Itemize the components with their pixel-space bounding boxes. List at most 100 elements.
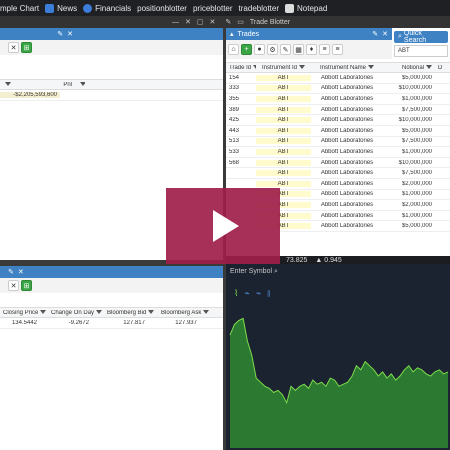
- panel-icon[interactable]: ▭: [237, 18, 244, 26]
- instrument-id-cell: ABT: [256, 159, 311, 166]
- notional-cell: $1,000,000: [401, 191, 432, 198]
- app-root: mple Chart News Financials positionblott…: [0, 0, 450, 450]
- toolbar-item-news[interactable]: News: [45, 3, 77, 13]
- quick-search-panel: ⌕ Quick Search ABT: [392, 28, 450, 60]
- instrument-id-cell: ABT: [256, 95, 311, 102]
- list-button[interactable]: ≡: [319, 44, 330, 55]
- table-row[interactable]: 533 ABT Abbott Laboratories $1,000,000: [226, 147, 450, 158]
- collapse-icon[interactable]: ▴: [230, 30, 234, 38]
- table-row[interactable]: ABT Abbott Laboratories $7,500,000: [226, 168, 450, 179]
- toolbar-label: Notepad: [297, 3, 328, 13]
- table-row[interactable]: 443 ABT Abbott Laboratories $5,000,000: [226, 126, 450, 137]
- position-pane-buttons: ✕ ⊞: [0, 40, 223, 55]
- toolbar-label: tradeblotter: [238, 3, 280, 13]
- header-bloomberg-ask: Bloomberg Ask: [158, 310, 214, 316]
- notional-cell: $10,000,000: [398, 117, 432, 124]
- excel-export-button[interactable]: ⊞: [21, 42, 32, 53]
- table-row[interactable]: 425 ABT Abbott Laboratories $10,000,000: [226, 115, 450, 126]
- table-row[interactable]: 568 ABT Abbott Laboratories $10,000,000: [226, 158, 450, 169]
- toolbar-item-tradeblotter[interactable]: tradeblotter: [239, 4, 279, 13]
- close-icon[interactable]: ✕: [210, 18, 216, 26]
- instrument-id-cell: ABT: [256, 180, 311, 187]
- instrument-name-cell: Abbott Laboratories: [320, 85, 374, 92]
- instrument-id-cell: ABT: [256, 85, 311, 92]
- instrument-id-cell: ABT: [256, 170, 311, 177]
- chart-pane: Enter Symbol ⌕ ⌇ ⌁ ⌁ ⫾: [226, 264, 450, 450]
- menu-button[interactable]: ≡: [332, 44, 343, 55]
- table-row[interactable]: 513 ABT Abbott Laboratories $7,500,000: [226, 137, 450, 148]
- toolbar-label: positionblotter: [137, 3, 187, 13]
- closing-price-cell: 134.5442: [11, 319, 37, 326]
- price-pane: ✎ ✕ ✕ ⊞ Closing Price Change On Day Bloo…: [0, 266, 223, 450]
- header-trade-id: Trade Id: [226, 65, 256, 71]
- header-closing-price: Closing Price: [0, 310, 48, 316]
- toolbar-item-financials[interactable]: Financials: [83, 3, 131, 13]
- collapse-icon[interactable]: ✕: [185, 18, 191, 26]
- toolbar-item-positionblotter[interactable]: positionblotter: [137, 4, 187, 13]
- quick-search-header: ⌕ Quick Search: [394, 30, 448, 44]
- toolbar-item-priceblotter[interactable]: priceblotter: [193, 4, 233, 13]
- play-icon: [213, 210, 239, 242]
- header-notional: Notional: [383, 65, 435, 71]
- settings-button[interactable]: ⚙: [267, 44, 278, 55]
- trades-header: ▴ Trades ✎ ✕: [226, 28, 392, 40]
- notional-cell: $2,000,000: [401, 180, 432, 187]
- close-icon[interactable]: ✕: [67, 30, 73, 38]
- settings-icon[interactable]: ✎: [57, 30, 63, 38]
- instrument-name-cell: Abbott Laboratories: [320, 159, 374, 166]
- restore-icon[interactable]: ▢: [197, 18, 204, 26]
- toolbar-label: mple Chart: [0, 3, 40, 13]
- trades-grid-header: Trade Id Instrument Id Instrument Name N…: [226, 62, 450, 73]
- drop-button[interactable]: ♦: [306, 44, 317, 55]
- instrument-name-cell: Abbott Laboratories: [320, 127, 374, 134]
- trade-id-cell: 533: [229, 148, 240, 155]
- settings-icon[interactable]: ✎: [8, 268, 14, 276]
- add-button[interactable]: +: [241, 44, 252, 55]
- instrument-name-cell: Abbott Laboratories: [320, 170, 374, 177]
- settings-icon[interactable]: ✎: [372, 30, 378, 38]
- header-change-on-day: Change On Day: [48, 310, 104, 316]
- instrument-id-cell: ABT: [256, 106, 311, 113]
- price-chart: [229, 317, 449, 448]
- edit-button[interactable]: ✎: [280, 44, 291, 55]
- position-row[interactable]: -$2,205,593,600: [0, 90, 223, 101]
- instrument-id-cell: ABT: [256, 117, 311, 124]
- minimize-icon[interactable]: —: [172, 19, 179, 26]
- toolbar-item-simple-chart[interactable]: mple Chart: [0, 4, 39, 13]
- instrument-name-cell: Abbott Laboratories: [320, 148, 374, 155]
- instrument-name-cell: Abbott Laboratories: [320, 106, 374, 113]
- video-play-button[interactable]: [166, 188, 280, 264]
- search-icon: ⌕: [398, 33, 402, 40]
- price-pane-buttons: ✕ ⊞: [0, 278, 223, 293]
- instrument-id-cell: ABT: [256, 138, 311, 145]
- table-row[interactable]: 333 ABT Abbott Laboratories $10,000,000: [226, 84, 450, 95]
- home-button[interactable]: ⌂: [228, 44, 239, 55]
- position-pane-toolbar: ✎ ✕: [0, 28, 223, 40]
- header-bloomberg-bid: Bloomberg Bid: [104, 310, 158, 316]
- price-row[interactable]: 134.5442 -9.2672 127.817 127.937: [0, 318, 223, 329]
- table-row[interactable]: 154 ABT Abbott Laboratories $5,000,000: [226, 73, 450, 84]
- tab-title: Trade Blotter: [249, 18, 291, 26]
- notional-cell: $2,000,000: [401, 201, 432, 208]
- quick-search-input[interactable]: ABT: [394, 45, 448, 57]
- table-row[interactable]: 355 ABT Abbott Laboratories $1,000,000: [226, 94, 450, 105]
- grid-button[interactable]: ▦: [293, 44, 304, 55]
- clear-button[interactable]: ✕: [8, 42, 19, 53]
- filter-icon[interactable]: [0, 81, 35, 88]
- instrument-name-cell: Abbott Laboratories: [320, 191, 374, 198]
- table-row[interactable]: 389 ABT Abbott Laboratories $7,500,000: [226, 105, 450, 116]
- close-icon[interactable]: ✕: [18, 268, 24, 276]
- trades-title: Trades: [237, 30, 260, 38]
- info-button[interactable]: ●: [254, 44, 265, 55]
- clear-button[interactable]: ✕: [8, 280, 19, 291]
- edit-icon[interactable]: ✎: [225, 18, 231, 26]
- toolbar-label: priceblotter: [192, 3, 233, 13]
- excel-export-button[interactable]: ⊞: [21, 280, 32, 291]
- toolbar-item-notepad[interactable]: Notepad: [285, 3, 328, 13]
- close-icon[interactable]: ✕: [382, 30, 388, 38]
- header-instrument-id: Instrument Id: [256, 65, 311, 71]
- filter-icon[interactable]: [75, 81, 85, 88]
- trade-id-cell: 333: [229, 85, 240, 92]
- instrument-name-cell: Abbott Laboratories: [320, 180, 374, 187]
